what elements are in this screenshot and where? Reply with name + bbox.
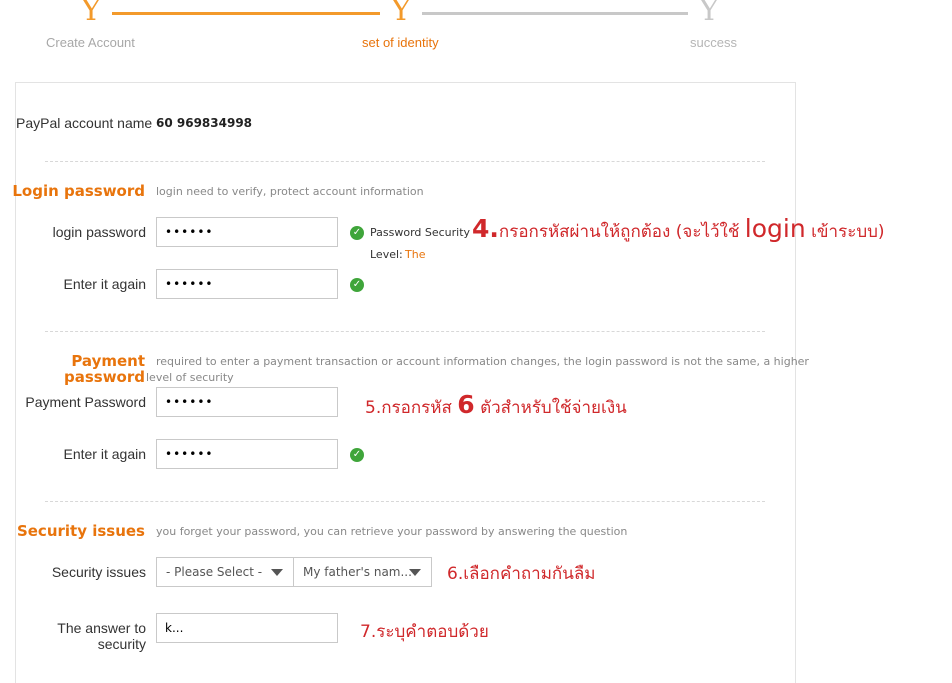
account-name-value: 60 969834998 bbox=[156, 116, 253, 130]
section-divider bbox=[45, 161, 765, 162]
annotation-security-answer: 7.ระบุคำตอบด้วย bbox=[360, 622, 489, 642]
step-3-label: success bbox=[690, 35, 737, 50]
select-category-value: - Please Select - bbox=[166, 565, 263, 579]
payment-password-title: Payment password bbox=[0, 353, 145, 385]
step-2-label: set of identity bbox=[362, 35, 439, 50]
password-level-value: The bbox=[405, 248, 426, 261]
payment-password-input[interactable] bbox=[156, 387, 338, 417]
login-confirm-label: Enter it again bbox=[63, 276, 147, 292]
annotation-login-text: กรอกรหัสผ่านให้ถูกต้อง (จะไว้ใช้ bbox=[498, 222, 745, 242]
security-issues-label: Security issues bbox=[51, 564, 146, 580]
security-question-select[interactable]: My father's nam... bbox=[293, 557, 432, 587]
step-2-connector bbox=[422, 12, 688, 15]
annotation-payment-text: 5.กรอกรหัส bbox=[365, 398, 458, 418]
security-issues-title: Security issues bbox=[16, 522, 145, 540]
step-2-icon: Y bbox=[391, 0, 411, 28]
password-level-label: Level: bbox=[370, 248, 403, 261]
password-security-text: Password Security bbox=[370, 226, 471, 239]
annotation-security-question: 6.เลือกคำถามกันลืม bbox=[447, 564, 596, 584]
security-question-category-select[interactable]: - Please Select - bbox=[156, 557, 294, 587]
login-password-check-icon: ✓ bbox=[350, 226, 364, 240]
payment-password-description: required to enter a payment transaction … bbox=[156, 355, 809, 368]
payment-title-line2: password bbox=[63, 368, 145, 386]
annotation-payment-suffix: ตัวสำหรับใช้จ่ายเงิน bbox=[474, 398, 627, 418]
section-divider bbox=[45, 501, 765, 502]
section-divider bbox=[45, 331, 765, 332]
security-answer-input[interactable] bbox=[156, 613, 338, 643]
payment-password-description-2: level of security bbox=[146, 371, 234, 384]
login-password-label: login password bbox=[52, 224, 146, 240]
answer-label-line2: security bbox=[97, 636, 146, 652]
annotation-login-keyword: login bbox=[744, 214, 806, 243]
payment-confirm-input[interactable] bbox=[156, 439, 338, 469]
step-1-icon: Y bbox=[81, 0, 101, 28]
login-password-input[interactable] bbox=[156, 217, 338, 247]
payment-confirm-label: Enter it again bbox=[63, 446, 147, 462]
login-password-description: login need to verify, protect account in… bbox=[156, 185, 424, 198]
progress-stepper: Y Y Y Create Account set of identity suc… bbox=[0, 0, 952, 60]
login-confirm-input[interactable] bbox=[156, 269, 338, 299]
security-answer-label: The answer to security bbox=[0, 620, 146, 652]
annotation-payment-number: 6 bbox=[457, 390, 475, 419]
step-1-connector bbox=[112, 12, 380, 15]
annotation-payment-password: 5.กรอกรหัส 6 ตัวสำหรับใช้จ่ายเงิน bbox=[365, 390, 627, 421]
annotation-login-number: 4. bbox=[472, 214, 499, 243]
payment-confirm-check-icon: ✓ bbox=[350, 448, 364, 462]
step-3-icon: Y bbox=[699, 0, 719, 28]
account-name-label: PayPal account name bbox=[16, 115, 153, 131]
login-password-title: Login password bbox=[12, 182, 145, 200]
annotation-login-password: 4.กรอกรหัสผ่านให้ถูกต้อง (จะไว้ใช้ login… bbox=[472, 214, 885, 245]
answer-label-line1: The answer to bbox=[57, 620, 146, 636]
select-question-value: My father's nam... bbox=[303, 565, 412, 579]
chevron-down-icon bbox=[409, 569, 421, 576]
annotation-login-suffix: เข้าระบบ) bbox=[805, 222, 885, 242]
payment-password-label: Payment Password bbox=[25, 394, 146, 410]
step-1-label: Create Account bbox=[46, 35, 135, 50]
chevron-down-icon bbox=[271, 569, 283, 576]
login-confirm-check-icon: ✓ bbox=[350, 278, 364, 292]
security-issues-description: you forget your password, you can retrie… bbox=[156, 525, 628, 538]
